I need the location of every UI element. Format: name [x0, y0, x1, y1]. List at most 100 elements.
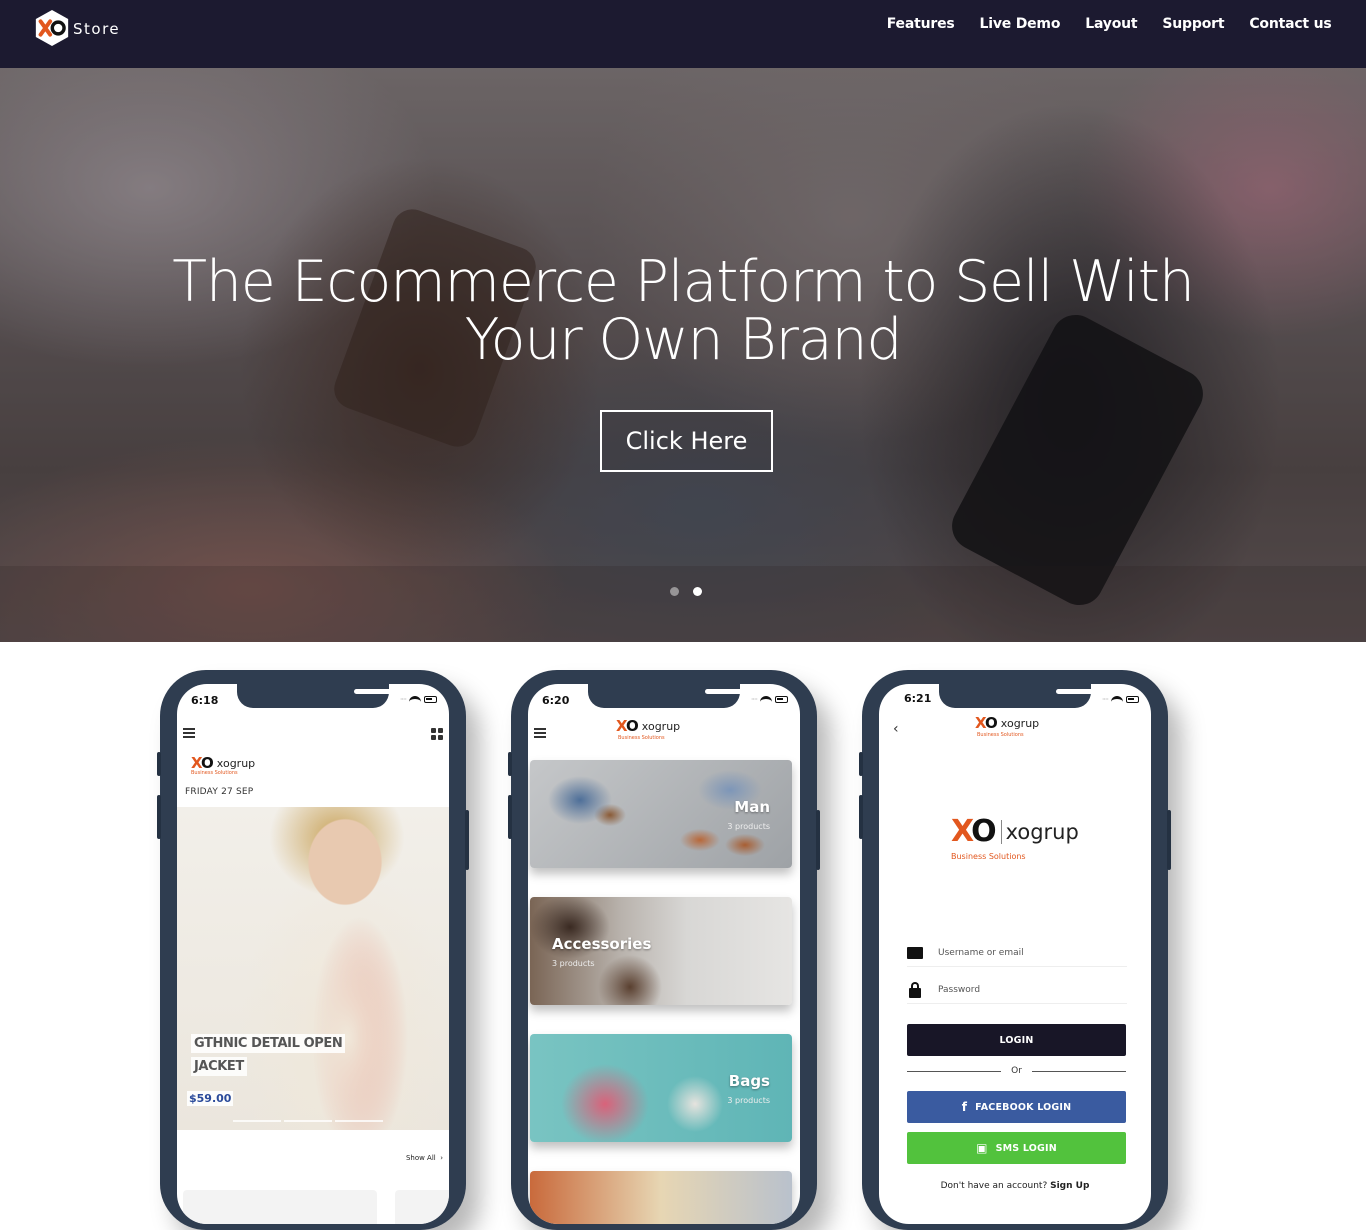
show-all-label: Show All: [405, 1154, 436, 1162]
phone-mockup-home: 6:18 ···· XO xogrup Business Solutions F…: [157, 670, 469, 1230]
phone-notch: [237, 684, 392, 708]
username-field[interactable]: Username or email: [907, 939, 1127, 967]
brand-subtitle: Business Solutions: [618, 735, 665, 741]
nav-layout[interactable]: Layout: [1073, 16, 1150, 32]
hamburger-menu-icon[interactable]: [534, 728, 546, 740]
username-placeholder: Username or email: [938, 947, 1024, 958]
phone-speaker: [354, 689, 392, 694]
phone-speaker: [1056, 689, 1094, 694]
or-divider: Or: [907, 1066, 1127, 1076]
category-count: 3 products: [727, 822, 770, 831]
product-card[interactable]: [183, 1190, 377, 1224]
phone-side-button: [508, 752, 512, 776]
category-card-accessories[interactable]: Accessories 3 products: [530, 897, 792, 1005]
product-title-line-1: GTHNIC DETAIL OPEN: [191, 1034, 346, 1053]
xogrup-brand: XO xogrup: [975, 714, 1039, 732]
phone-speaker: [705, 689, 743, 694]
main-nav: Features Live Demo Layout Support Contac…: [874, 16, 1344, 32]
category-card-man[interactable]: Man 3 products: [530, 760, 792, 868]
lock-icon: [909, 981, 921, 998]
hero-bottom-shade: [0, 566, 1366, 642]
phone-notch: [939, 684, 1094, 708]
brand-subtitle: Business Solutions: [977, 732, 1024, 738]
show-all-link[interactable]: Show All ›: [406, 1154, 443, 1162]
top-navbar: Store Features Live Demo Layout Support …: [0, 0, 1366, 68]
signal-icon: ····: [750, 695, 758, 704]
sign-up-link[interactable]: Sign Up: [1050, 1181, 1089, 1191]
battery-icon: [775, 696, 788, 703]
hero-title-line-2: Your Own Brand: [464, 307, 903, 373]
phone-side-button: [859, 752, 863, 776]
status-time: 6:21: [904, 692, 932, 705]
brand-name: xogrup: [641, 719, 681, 733]
status-time: 6:20: [542, 694, 570, 707]
category-name: Man: [734, 798, 770, 816]
status-time: 6:18: [191, 694, 219, 707]
phone-side-button: [157, 795, 161, 839]
hero-title-line-1: The Ecommerce Platform to Sell With: [172, 249, 1195, 315]
nav-live-demo[interactable]: Live Demo: [967, 16, 1073, 32]
carousel-dots: [670, 587, 702, 596]
signal-icon: ····: [1101, 695, 1109, 704]
password-field[interactable]: Password: [907, 976, 1127, 1004]
phone-side-button: [1167, 810, 1171, 870]
phone-side-button: [859, 795, 863, 839]
hero-title: The Ecommerce Platform to Sell With Your…: [0, 253, 1366, 369]
signup-prompt: Don't have an account? Sign Up: [879, 1181, 1151, 1191]
nav-contact-us[interactable]: Contact us: [1237, 16, 1344, 32]
brand-name: xogrup: [216, 756, 256, 770]
xo-hexagon-logo-icon: [35, 9, 69, 47]
carousel-dot-1[interactable]: [670, 587, 679, 596]
xogrup-brand: XO xogrup: [616, 717, 680, 735]
back-chevron-icon[interactable]: ‹: [893, 721, 899, 737]
password-placeholder: Password: [938, 984, 981, 995]
wifi-icon: [409, 695, 421, 704]
date-label: FRIDAY 27 SEP: [185, 787, 254, 797]
nav-support[interactable]: Support: [1150, 16, 1237, 32]
phone-side-button: [816, 810, 820, 870]
product-pager: [233, 1120, 383, 1122]
sms-login-label: SMS LOGIN: [995, 1142, 1057, 1154]
wifi-icon: [1111, 695, 1123, 704]
phone-mockup-login: 6:21 ···· ‹ XO xogrup Business Solutions…: [859, 670, 1171, 1230]
product-price: $59.00: [187, 1091, 234, 1106]
category-name: Bags: [728, 1072, 770, 1090]
grid-view-icon[interactable]: [431, 728, 443, 740]
status-icons: ····: [751, 695, 788, 704]
featured-product-image[interactable]: GTHNIC DETAIL OPEN JACKET $59.00: [177, 807, 449, 1130]
click-here-button[interactable]: Click Here: [600, 410, 773, 472]
logo-text: Store: [73, 20, 121, 38]
hero-carousel: The Ecommerce Platform to Sell With Your…: [0, 68, 1366, 642]
signup-prompt-text: Don't have an account?: [940, 1181, 1048, 1191]
or-label: Or: [1011, 1066, 1022, 1076]
phone-screen-home: 6:18 ···· XO xogrup Business Solutions F…: [177, 684, 449, 1224]
facebook-login-button[interactable]: f FACEBOOK LOGIN: [907, 1091, 1126, 1123]
signal-icon: ····: [399, 695, 407, 704]
product-title: GTHNIC DETAIL OPEN JACKET: [191, 1032, 346, 1078]
phone-mockup-categories: 6:20 ···· XO xogrup Business Solutions M…: [508, 670, 820, 1230]
hamburger-menu-icon[interactable]: [183, 728, 195, 740]
carousel-dot-2-active[interactable]: [693, 587, 702, 596]
brand-subtitle: Business Solutions: [191, 770, 238, 776]
category-card[interactable]: [530, 1171, 792, 1224]
wifi-icon: [760, 695, 772, 704]
xo-logo-icon: XO: [975, 714, 998, 732]
product-title-line-2: JACKET: [191, 1057, 247, 1076]
brand-subtitle-large: Business Solutions: [951, 852, 1026, 861]
phone-notch: [588, 684, 743, 708]
status-icons: ····: [1102, 695, 1139, 704]
xogrup-large-logo: XO xogrup: [951, 814, 1079, 849]
category-name: Accessories: [552, 935, 652, 953]
nav-features[interactable]: Features: [874, 16, 967, 32]
battery-icon: [424, 696, 437, 703]
status-icons: ····: [400, 695, 437, 704]
phone-side-button: [157, 752, 161, 776]
login-button[interactable]: LOGIN: [907, 1024, 1126, 1056]
product-card[interactable]: [395, 1190, 449, 1224]
brand-name-large: xogrup: [1000, 819, 1079, 844]
brand-name: xogrup: [1000, 716, 1040, 730]
sms-login-button[interactable]: ▣ SMS LOGIN: [907, 1132, 1126, 1164]
category-card-bags[interactable]: Bags 3 products: [530, 1034, 792, 1142]
store-logo[interactable]: Store: [33, 8, 120, 48]
xo-logo-icon: XO: [616, 717, 639, 735]
